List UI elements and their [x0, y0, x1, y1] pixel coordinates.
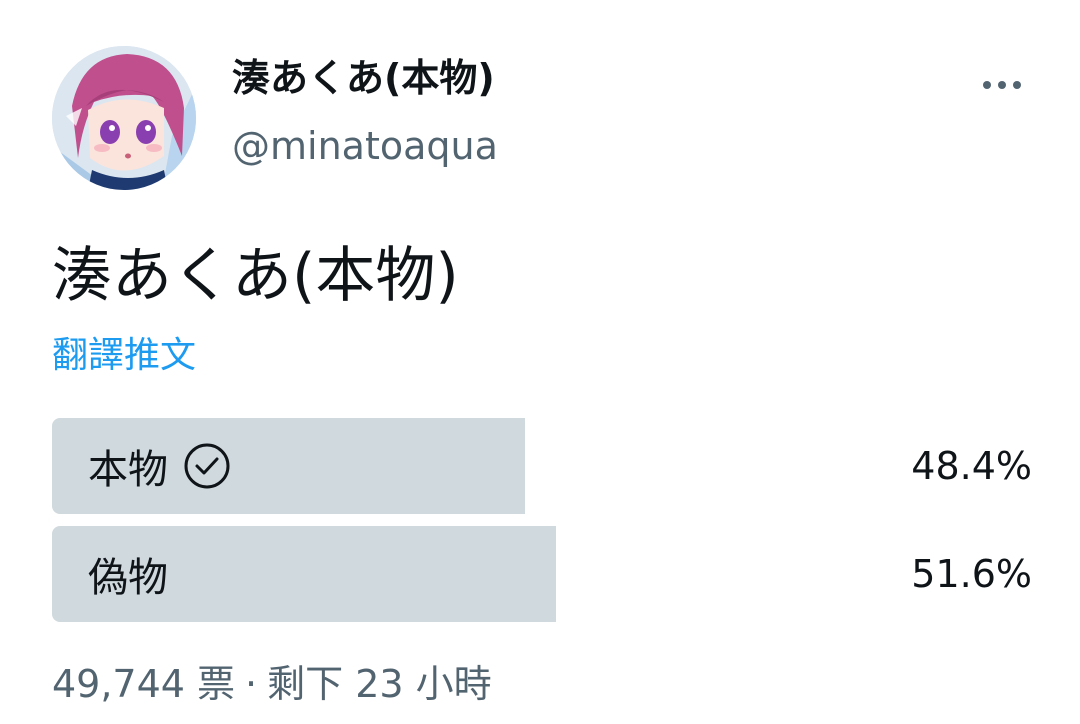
profile-avatar-icon [52, 46, 196, 190]
poll-time-remaining: 剩下 23 小時 [267, 662, 492, 706]
poll-meta: 49,744 票 · 剩下 23 小時 [52, 662, 492, 708]
poll-option-percent: 51.6% [911, 552, 1032, 596]
poll-option[interactable]: 本物 48.4% [52, 418, 1032, 514]
more-horizontal-icon [983, 81, 991, 89]
avatar[interactable] [52, 46, 196, 190]
poll-option[interactable]: 偽物 51.6% [52, 526, 1032, 622]
poll-vote-count: 49,744 票 [52, 662, 236, 706]
more-horizontal-icon [998, 81, 1006, 89]
tweet: 湊あくあ(本物) @minatoaqua 湊あくあ(本物) 翻譯推文 本物 48… [0, 0, 1080, 724]
tweet-text: 湊あくあ(本物) [52, 241, 459, 311]
translate-tweet-link[interactable]: 翻譯推文 [52, 334, 196, 377]
poll-option-label: 偽物 [88, 555, 168, 601]
poll-option-label: 本物 [88, 447, 168, 493]
author-handle[interactable]: @minatoaqua [232, 124, 498, 170]
poll-option-percent: 48.4% [911, 444, 1032, 488]
more-options-button[interactable] [972, 68, 1032, 102]
author-name[interactable]: 湊あくあ(本物) [232, 56, 495, 102]
more-horizontal-icon [1013, 81, 1021, 89]
poll-meta-separator: · [245, 662, 258, 706]
check-circle-icon [184, 443, 230, 489]
